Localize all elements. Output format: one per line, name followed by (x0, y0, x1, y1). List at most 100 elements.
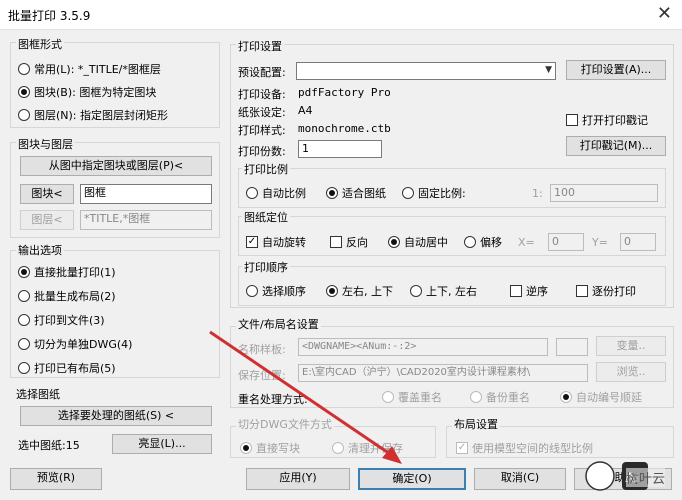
output-radio-layout[interactable]: 批量生成布局(2) (18, 288, 116, 304)
split-radio-purge[interactable]: 清理并保存 (332, 440, 403, 456)
dup-radio-autonumber[interactable]: 自动编号顺延 (560, 389, 642, 405)
split-radio-wblock[interactable]: 直接写块 (240, 440, 300, 456)
radio-icon (332, 442, 344, 454)
radio-icon (464, 236, 476, 248)
duplicate-label: 重名处理方式: (238, 393, 308, 406)
radio-icon (18, 290, 30, 302)
frame-radio-block[interactable]: 图块(B): 图框为特定图块 (18, 84, 156, 100)
radio-checked-icon (18, 86, 30, 98)
radio-icon (18, 362, 30, 374)
radio-icon (410, 285, 422, 297)
checkmark-icon: ✓ (456, 442, 468, 454)
checkbox-icon (330, 236, 342, 248)
checkmark-icon: ✓ (246, 236, 258, 248)
radio-icon (246, 187, 258, 199)
window-title: 批量打印 3.5.9 (8, 9, 91, 23)
brand-name: 树叶云 (626, 468, 666, 487)
ratio-input[interactable]: 100 (550, 184, 658, 202)
radio-icon (18, 314, 30, 326)
block-button[interactable]: 图块< (20, 184, 74, 204)
layout-title: 布局设置 (452, 416, 500, 432)
preview-button[interactable]: 预览(R) (10, 468, 102, 490)
output-radio-split[interactable]: 切分为单独DWG(4) (18, 336, 132, 352)
device-value: pdfFactory Pro (298, 86, 391, 99)
style-value: monochrome.ctb (298, 122, 391, 135)
selected-count: 选中图纸:15 (18, 439, 80, 452)
name-template-label: 名称样板: (238, 343, 286, 356)
preset-select[interactable]: ▼ (296, 62, 556, 80)
order-radio-tb[interactable]: 上下, 左右 (410, 283, 477, 299)
position-title: 图纸定位 (242, 209, 290, 225)
reverse-checkbox[interactable]: 反向 (330, 234, 368, 250)
output-radio-direct[interactable]: 直接批量打印(1) (18, 264, 116, 280)
save-path-label: 保存位置: (238, 369, 286, 382)
frame-radio-layer[interactable]: 图层(N): 指定图层封闭矩形 (18, 107, 168, 123)
name-template-input[interactable]: <DWGNAME><ANum:-:2> (298, 338, 548, 356)
split-title: 切分DWG文件方式 (236, 416, 334, 432)
radio-icon (470, 391, 482, 403)
auto-center-radio[interactable]: 自动居中 (388, 234, 448, 250)
checkbox-icon (566, 114, 578, 126)
auto-rotate-checkbox[interactable]: ✓ 自动旋转 (246, 234, 306, 250)
output-radio-file[interactable]: 打印到文件(3) (18, 312, 105, 328)
ratio-prefix: 1: (532, 187, 543, 200)
x-label: X= (518, 236, 535, 249)
layer-button[interactable]: 图层< (20, 210, 74, 230)
copies-input[interactable]: 1 (298, 140, 382, 158)
y-offset-input[interactable]: 0 (620, 233, 656, 251)
offset-radio[interactable]: 偏移 (464, 234, 502, 250)
order-radio-select[interactable]: 选择顺序 (246, 283, 306, 299)
naming-title: 文件/布局名设置 (236, 316, 321, 332)
output-title: 输出选项 (16, 242, 64, 258)
order-radio-lr[interactable]: 左右, 上下 (326, 283, 393, 299)
scale-radio-fixed[interactable]: 固定比例: (402, 185, 466, 201)
scale-radio-fit[interactable]: 适合图纸 (326, 185, 386, 201)
preset-label: 预设配置: (238, 66, 286, 79)
radio-checked-icon (18, 266, 30, 278)
frame-radio-common[interactable]: 常用(L): *_TITLE/*图框层 (18, 61, 161, 77)
x-offset-input[interactable]: 0 (548, 233, 584, 251)
radio-checked-icon (560, 391, 572, 403)
chevron-down-icon: ▼ (545, 65, 552, 75)
print-settings-title: 打印设置 (236, 38, 284, 54)
checkbox-icon (510, 285, 522, 297)
scale-title: 打印比例 (242, 161, 290, 177)
order-title: 打印顺序 (242, 259, 290, 275)
radio-icon (402, 187, 414, 199)
dup-radio-backup[interactable]: 备份重名 (470, 389, 530, 405)
highlight-button[interactable]: 亮显(L)... (112, 434, 212, 454)
radio-icon (18, 63, 30, 75)
reverse-order-checkbox[interactable]: 逆序 (510, 283, 548, 299)
block-name-input[interactable]: 图框 (80, 184, 212, 204)
output-radio-existing[interactable]: 打印已有布局(5) (18, 360, 116, 376)
name-extra-input[interactable] (556, 338, 588, 356)
layer-name-input[interactable]: *TITLE,*图框 (80, 210, 212, 230)
select-drawings-button[interactable]: 选择要处理的图纸(S) < (20, 406, 212, 426)
variables-button[interactable]: 变量.. (596, 336, 666, 356)
title-bar: 批量打印 3.5.9 ✕ (0, 0, 682, 30)
copy-by-copy-checkbox[interactable]: 逐份打印 (576, 283, 636, 299)
print-setup-button[interactable]: 打印设置(A)... (566, 60, 666, 80)
copies-label: 打印份数: (238, 145, 286, 158)
radio-icon (18, 338, 30, 350)
close-icon[interactable]: ✕ (657, 3, 672, 24)
save-path-input[interactable]: E:\室内CAD（沪宁）\CAD2020室内设计课程素材\ (298, 364, 588, 382)
radio-checked-icon (326, 187, 338, 199)
cancel-button[interactable]: 取消(C) (474, 468, 566, 490)
batch-print-dialog: 批量打印 3.5.9 ✕ 图框形式 常用(L): *_TITLE/*图框层 图块… (0, 0, 682, 500)
frame-type-title: 图框形式 (16, 36, 64, 52)
ok-button[interactable]: 确定(O) (358, 468, 466, 490)
apply-button[interactable]: 应用(Y) (246, 468, 350, 490)
radio-checked-icon (388, 236, 400, 248)
radio-icon (382, 391, 394, 403)
print-stamp-checkbox[interactable]: 打开打印戳记 (566, 112, 648, 128)
print-stamp-button[interactable]: 打印戳记(M)... (566, 136, 666, 156)
scale-radio-auto[interactable]: 自动比例 (246, 185, 306, 201)
browse-button[interactable]: 浏览.. (596, 362, 666, 382)
style-label: 打印样式: (238, 124, 286, 137)
paper-label: 纸张设定: (238, 106, 286, 119)
pick-block-button[interactable]: 从图中指定图块或图层(P)< (20, 156, 212, 176)
model-linetype-checkbox[interactable]: ✓ 使用模型空间的线型比例 (456, 440, 593, 456)
brand-watermark: AI 树叶云 (584, 458, 674, 494)
dup-radio-overwrite[interactable]: 覆盖重名 (382, 389, 442, 405)
